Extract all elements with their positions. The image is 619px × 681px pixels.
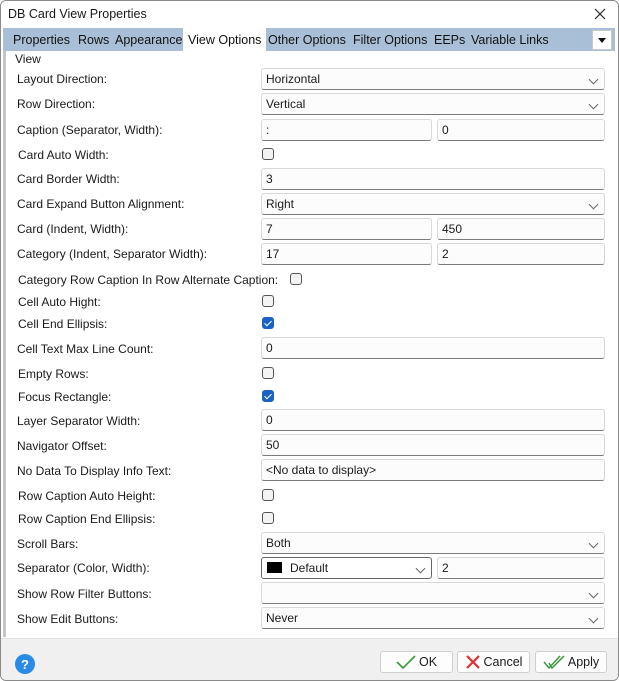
tab-overflow-dropdown[interactable] bbox=[592, 30, 612, 50]
label-card-expand-button-alignment: Card Expand Button Alignment: bbox=[17, 197, 185, 211]
category-row-caption-checkbox[interactable] bbox=[290, 273, 302, 285]
layout-direction-value: Horizontal bbox=[266, 72, 321, 86]
caption-width-input[interactable]: 0 bbox=[437, 119, 605, 141]
chevron-down-icon bbox=[588, 588, 599, 599]
separator-color-select[interactable]: Default bbox=[261, 557, 432, 579]
dialog-footer: ? OK Cancel Apply bbox=[1, 638, 618, 680]
separator-color-value: Default bbox=[290, 561, 329, 575]
label-row-caption-end-ellipsis: Row Caption End Ellipsis: bbox=[18, 512, 156, 526]
label-no-data-text: No Data To Display Info Text: bbox=[17, 464, 172, 478]
cell-text-max-line-count-input[interactable]: 0 bbox=[261, 337, 605, 359]
card-width-input[interactable]: 450 bbox=[437, 218, 605, 240]
ok-label: OK bbox=[418, 655, 438, 669]
tab-view-options[interactable]: View Options bbox=[183, 28, 267, 51]
triangle-down-icon bbox=[598, 37, 606, 43]
card-indent-input[interactable]: 7 bbox=[261, 218, 432, 240]
ok-button[interactable]: OK bbox=[380, 651, 453, 673]
label-show-row-filter-buttons: Show Row Filter Buttons: bbox=[17, 587, 152, 601]
group-label-view: View bbox=[15, 52, 41, 66]
label-layer-separator-width: Layer Separator Width: bbox=[17, 414, 141, 428]
row-caption-auto-height-checkbox[interactable] bbox=[262, 489, 274, 501]
label-card-border-width: Card Border Width: bbox=[17, 172, 120, 186]
chevron-down-icon bbox=[588, 99, 599, 110]
cell-end-ellipsis-checkbox[interactable] bbox=[262, 317, 274, 329]
show-row-filter-buttons-select[interactable] bbox=[261, 582, 605, 604]
label-cell-text-max-line-count: Cell Text Max Line Count: bbox=[17, 342, 154, 356]
cancel-label: Cancel bbox=[483, 655, 523, 669]
focus-rectangle-checkbox[interactable] bbox=[262, 390, 274, 402]
show-edit-buttons-select[interactable]: Never bbox=[261, 607, 605, 629]
row-direction-value: Vertical bbox=[266, 97, 306, 111]
help-icon: ? bbox=[21, 656, 29, 672]
card-auto-width-checkbox[interactable] bbox=[262, 148, 274, 160]
category-separator-width-input[interactable]: 2 bbox=[437, 243, 605, 265]
x-icon bbox=[465, 655, 480, 669]
title-bar: DB Card View Properties bbox=[1, 1, 618, 28]
label-category-row-caption: Category Row Caption In Row Alternate Ca… bbox=[18, 273, 279, 287]
caption-separator-input[interactable]: : bbox=[261, 119, 432, 141]
empty-rows-checkbox[interactable] bbox=[262, 367, 274, 379]
layer-separator-width-input[interactable]: 0 bbox=[261, 409, 605, 431]
label-separator: Separator (Color, Width): bbox=[17, 561, 150, 575]
window-title: DB Card View Properties bbox=[8, 7, 147, 21]
label-layout-direction: Layout Direction: bbox=[17, 72, 108, 86]
dialog-window: DB Card View Properties Properties Rows … bbox=[0, 0, 619, 681]
row-direction-select[interactable]: Vertical bbox=[261, 93, 605, 115]
tab-bar: Properties Rows Appearance View Options … bbox=[3, 28, 615, 51]
label-card-auto-width: Card Auto Width: bbox=[18, 148, 109, 162]
label-navigator-offset: Navigator Offset: bbox=[17, 439, 107, 453]
card-expand-button-alignment-select[interactable]: Right bbox=[261, 193, 605, 215]
double-check-icon bbox=[543, 655, 565, 669]
no-data-text-input[interactable]: <No data to display> bbox=[261, 459, 605, 481]
close-icon bbox=[594, 8, 606, 20]
chevron-down-icon bbox=[588, 199, 599, 210]
tab-appearance[interactable]: Appearance bbox=[110, 30, 187, 51]
tab-eeps[interactable]: EEPs bbox=[429, 30, 470, 51]
tab-filter-options[interactable]: Filter Options bbox=[348, 30, 432, 51]
separator-width-input[interactable]: 2 bbox=[437, 557, 605, 579]
tab-rows[interactable]: Rows bbox=[73, 30, 114, 51]
apply-label: Apply bbox=[567, 655, 600, 669]
tab-other-options[interactable]: Other Options bbox=[263, 30, 351, 51]
label-cell-auto-hight: Cell Auto Hight: bbox=[18, 295, 101, 309]
label-empty-rows: Empty Rows: bbox=[18, 367, 89, 381]
navigator-offset-input[interactable]: 50 bbox=[261, 434, 605, 456]
help-button[interactable]: ? bbox=[15, 654, 35, 674]
check-icon bbox=[396, 655, 416, 669]
label-category: Category (Indent, Separator Width): bbox=[17, 247, 208, 261]
label-row-caption-auto-height: Row Caption Auto Height: bbox=[18, 489, 156, 503]
category-indent-input[interactable]: 17 bbox=[261, 243, 432, 265]
label-card: Card (Indent, Width): bbox=[17, 222, 129, 236]
label-caption: Caption (Separator, Width): bbox=[17, 123, 163, 137]
scroll-bars-select[interactable]: Both bbox=[261, 532, 605, 554]
chevron-down-icon bbox=[588, 613, 599, 624]
card-border-width-input[interactable]: 3 bbox=[261, 168, 605, 190]
label-row-direction: Row Direction: bbox=[17, 97, 96, 111]
color-swatch bbox=[267, 562, 282, 574]
label-show-edit-buttons: Show Edit Buttons: bbox=[17, 612, 119, 626]
close-button[interactable] bbox=[586, 3, 614, 25]
row-caption-end-ellipsis-checkbox[interactable] bbox=[262, 512, 274, 524]
card-expand-button-alignment-value: Right bbox=[266, 197, 295, 211]
scroll-bars-value: Both bbox=[266, 536, 291, 550]
cell-auto-hight-checkbox[interactable] bbox=[262, 295, 274, 307]
chevron-down-icon bbox=[588, 538, 599, 549]
label-cell-end-ellipsis: Cell End Ellipsis: bbox=[18, 317, 108, 331]
label-scroll-bars: Scroll Bars: bbox=[17, 537, 79, 551]
apply-button[interactable]: Apply bbox=[535, 651, 607, 673]
layout-direction-select[interactable]: Horizontal bbox=[261, 68, 605, 90]
show-edit-buttons-value: Never bbox=[266, 611, 299, 625]
cancel-button[interactable]: Cancel bbox=[457, 651, 530, 673]
chevron-down-icon bbox=[588, 74, 599, 85]
label-focus-rectangle: Focus Rectangle: bbox=[18, 390, 112, 404]
tab-properties[interactable]: Properties bbox=[8, 30, 75, 51]
tab-variable-links[interactable]: Variable Links bbox=[466, 30, 554, 51]
chevron-down-icon bbox=[415, 563, 426, 574]
view-options-panel: View Layout Direction: Horizontal Row Di… bbox=[3, 51, 618, 637]
